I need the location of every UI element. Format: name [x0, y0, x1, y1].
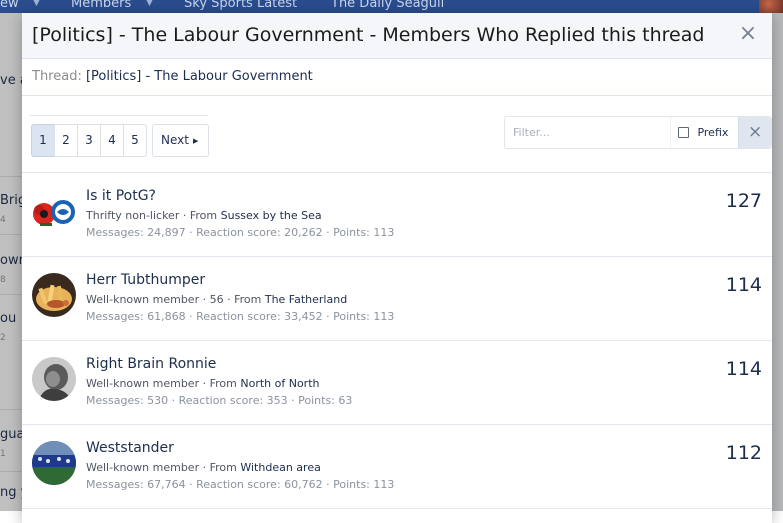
list-item: Right Brain Ronnie Well-known member · F… [22, 341, 772, 425]
from-label: From [189, 209, 218, 222]
chevron-down-icon: ▼ [33, 0, 40, 8]
list-item: Is it PotG? Thrifty non-licker · From Su… [22, 173, 772, 257]
from-label: From [209, 461, 237, 474]
member-username[interactable]: Right Brain Ronnie [86, 356, 216, 372]
member-title: Well-known member · 56 · [86, 293, 231, 306]
member-username[interactable]: Is it PotG? [86, 188, 156, 204]
bg-nav-item: The Daily Seagull [331, 0, 445, 11]
member-title: Well-known member · [86, 461, 207, 474]
checkbox-icon[interactable] [678, 127, 690, 138]
member-location[interactable]: Sussex by the Sea [221, 209, 322, 222]
reply-count: 114 [725, 274, 762, 296]
member-info: Well-known member · From North of North [86, 377, 320, 390]
bg-nav-item: Members [71, 0, 132, 11]
reply-count: 112 [725, 442, 762, 464]
member-location[interactable]: Withdean area [240, 461, 320, 474]
page-4-button[interactable]: 4 [100, 124, 124, 157]
chevron-down-icon: ▼ [146, 0, 153, 8]
member-info: Well-known member · 56 · From The Father… [86, 293, 347, 306]
list-toolbar: 1 2 3 4 5 Next▶ Prefix × [22, 96, 772, 173]
member-title: Thrifty non-licker [86, 209, 180, 222]
member-stats: Messages: 24,897 · Reaction score: 20,26… [86, 226, 395, 239]
member-stats: Messages: 61,868 · Reaction score: 33,45… [86, 310, 395, 323]
list-item: Herr Tubthumper Well-known member · 56 ·… [22, 257, 772, 341]
bg-nav-item: ew [0, 0, 19, 11]
list-item: Weststander Well-known member · From Wit… [22, 425, 772, 509]
page-5-button[interactable]: 5 [123, 124, 147, 157]
thread-label: Thread: [32, 69, 82, 84]
member-username[interactable]: Herr Tubthumper [86, 272, 205, 288]
pagination: 1 2 3 4 5 Next ▶ [31, 124, 210, 157]
reply-count: 114 [725, 358, 762, 380]
thread-info: Thread: [Politics] - The Labour Governme… [22, 59, 772, 96]
member-stats: Messages: 530 · Reaction score: 353 · Po… [86, 394, 353, 407]
member-title: Well-known member · [86, 377, 207, 390]
member-info: Well-known member · From Withdean area [86, 461, 321, 474]
member-location[interactable]: The Fatherland [265, 293, 347, 306]
prefix-label: Prefix [697, 126, 729, 139]
clear-filter-button[interactable]: × [738, 117, 771, 148]
member-username[interactable]: Weststander [86, 440, 174, 456]
member-info: Thrifty non-licker · From Sussex by the … [86, 209, 322, 222]
reply-count: 127 [725, 190, 762, 212]
member-location[interactable]: North of North [240, 377, 319, 390]
dialog-title: [Politics] - The Labour Government - Mem… [32, 24, 705, 46]
thread-line: Thread: [Politics] - The Labour Governme… [32, 69, 313, 84]
page-1-button[interactable]: 1 [31, 124, 55, 157]
avatar[interactable] [32, 273, 76, 317]
prefix-checkbox[interactable]: Prefix [670, 117, 738, 148]
page-3-button[interactable]: 3 [77, 124, 101, 157]
from-label: From [234, 293, 262, 306]
background-nav-bar: ew ▼ Members ▼ Sky Sports Latest The Dai… [0, 0, 783, 13]
filter-control: Prefix × [504, 116, 772, 149]
dialog-header: [Politics] - The Labour Government - Mem… [22, 13, 772, 59]
bg-nav-item: Sky Sports Latest [184, 0, 298, 11]
members-replied-dialog: [Politics] - The Labour Government - Mem… [22, 13, 772, 523]
avatar[interactable] [32, 441, 76, 485]
member-stats: Messages: 67,764 · Reaction score: 60,76… [86, 478, 395, 491]
from-label: From [209, 377, 237, 390]
divider [30, 115, 208, 116]
next-page-button[interactable]: Next ▶ [152, 124, 210, 157]
close-icon[interactable]: × [738, 23, 758, 45]
page-2-button[interactable]: 2 [54, 124, 78, 157]
avatar[interactable] [32, 357, 76, 401]
member-list: Is it PotG? Thrifty non-licker · From Su… [22, 173, 772, 509]
avatar[interactable] [32, 189, 76, 233]
filter-input[interactable] [505, 117, 671, 148]
thread-link[interactable]: [Politics] - The Labour Government [86, 69, 313, 84]
user-avatar [759, 0, 783, 13]
chevron-right-icon: ▶ [192, 137, 199, 145]
next-label: Next [161, 133, 189, 147]
